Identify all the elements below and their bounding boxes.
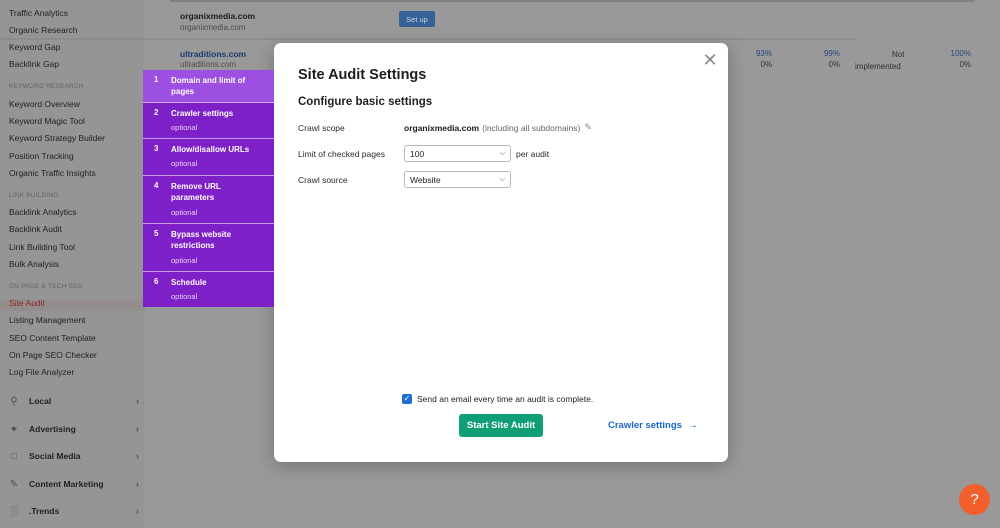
limit-select-value: 100 [410, 148, 425, 159]
arrow-right-icon: → [687, 420, 698, 431]
help-button[interactable]: ? [959, 484, 990, 515]
per-audit-label: per audit [516, 149, 550, 159]
crawl-scope-domain: organixmedia.com [404, 122, 480, 133]
step-optional: optional [171, 159, 198, 168]
crawl-source-label: Crawl source [298, 175, 348, 185]
crawler-settings-link-label: Crawler settings [608, 420, 682, 431]
limit-select[interactable]: 100 ⌵ [404, 145, 511, 162]
step-optional: optional [171, 292, 198, 301]
modal-title: Site Audit Settings [298, 67, 427, 83]
step-domain-and-limit[interactable]: 1 Domain and limit of pages [143, 70, 274, 103]
step-title: Schedule [171, 278, 207, 287]
start-site-audit-button[interactable]: Start Site Audit [459, 414, 543, 437]
step-allow-disallow-urls[interactable]: 3 Allow/disallow URLs optional [143, 139, 274, 176]
chevron-down-icon: ⌵ [499, 175, 505, 183]
step-number: 1 [154, 75, 159, 84]
close-icon[interactable]: ✕ [702, 51, 718, 69]
crawl-scope-note: (including all subdomains) [482, 122, 581, 133]
step-title: Allow/disallow URLs [171, 145, 250, 154]
site-audit-settings-modal: ✕ Site Audit Settings Configure basic se… [274, 43, 728, 462]
crawl-source-value: Website [410, 174, 441, 185]
step-title: Remove URL parameters [171, 182, 221, 202]
crawler-settings-link[interactable]: Crawler settings → [608, 420, 698, 431]
crawl-scope-value: organixmedia.com (including all subdomai… [404, 122, 592, 133]
step-number: 6 [154, 277, 159, 286]
step-number: 4 [154, 181, 159, 190]
settings-steps-panel: 1 Domain and limit of pages 2 Crawler se… [143, 70, 274, 307]
step-remove-url-parameters[interactable]: 4 Remove URL parameters optional [143, 176, 274, 224]
step-bypass-website-restrictions[interactable]: 5 Bypass website restrictions optional [143, 224, 274, 272]
crawl-source-select[interactable]: Website ⌵ [404, 171, 511, 188]
step-optional: optional [171, 208, 198, 217]
step-crawler-settings[interactable]: 2 Crawler settings optional [143, 103, 274, 139]
email-checkbox-label[interactable]: Send an email every time an audit is com… [417, 394, 593, 404]
modal-subtitle: Configure basic settings [298, 96, 433, 108]
step-title: Domain and limit of pages [171, 76, 246, 96]
step-number: 3 [154, 144, 159, 153]
step-number: 2 [154, 108, 159, 117]
email-checkbox[interactable]: ✓ [402, 394, 412, 404]
pencil-icon[interactable]: ✎ [584, 122, 592, 133]
step-optional: optional [171, 256, 198, 265]
crawl-scope-label: Crawl scope [298, 123, 345, 133]
step-title: Crawler settings [171, 109, 234, 118]
step-optional: optional [171, 123, 198, 132]
step-schedule[interactable]: 6 Schedule optional [143, 272, 274, 307]
chevron-down-icon: ⌵ [499, 149, 505, 157]
step-number: 5 [154, 229, 159, 238]
email-notification-row: ✓ Send an email every time an audit is c… [402, 394, 593, 404]
limit-label: Limit of checked pages [298, 149, 385, 159]
step-title: Bypass website restrictions [171, 230, 232, 250]
